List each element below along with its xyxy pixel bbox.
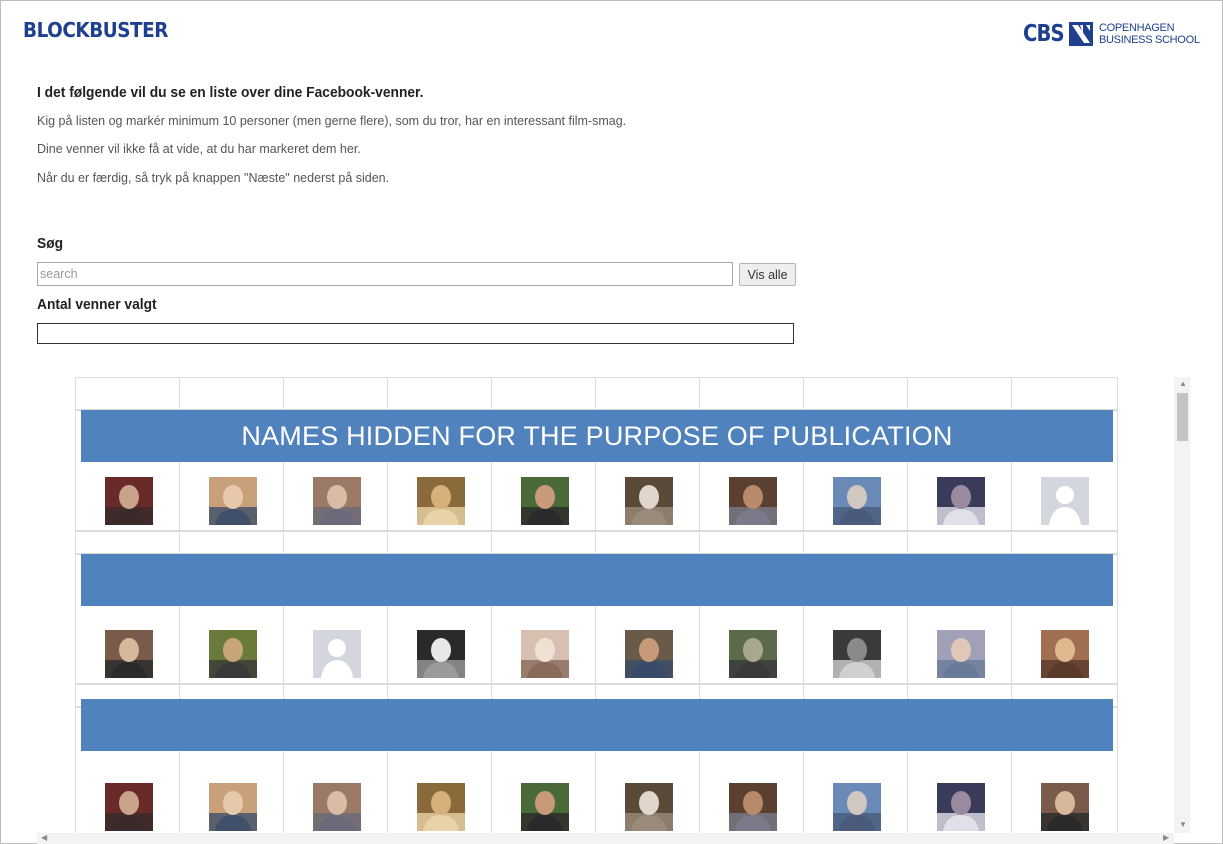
selected-count-label: Antal venner valgt (37, 296, 157, 313)
vertical-scrollbar[interactable]: ▲ ▼ (1174, 377, 1190, 833)
friends-grid: NAMES HIDDEN FOR THE PURPOSE OF PUBLICAT… (75, 377, 1118, 834)
default-avatar-icon[interactable] (313, 630, 361, 678)
search-label: Søg (37, 235, 64, 252)
friend-photo[interactable] (937, 783, 985, 831)
cbs-name-line2: BUSINESS SCHOOL (1099, 34, 1200, 46)
friend-photo[interactable] (625, 783, 673, 831)
friend-photo[interactable] (209, 630, 257, 678)
selected-count-field (37, 323, 794, 344)
friend-photo[interactable] (833, 477, 881, 525)
friend-photo[interactable] (833, 630, 881, 678)
scroll-right-icon[interactable]: ▶ (1163, 834, 1169, 842)
horizontal-scrollbar[interactable]: ◀ ▶ (37, 833, 1174, 844)
grid-divider (76, 530, 1117, 532)
blockbuster-logo: BLOCKBUSTER (23, 18, 168, 42)
names-hidden-band (81, 699, 1113, 751)
friend-photo[interactable] (625, 630, 673, 678)
intro-title: I det følgende vil du se en liste over d… (37, 84, 424, 101)
friends-grid-cells: NAMES HIDDEN FOR THE PURPOSE OF PUBLICAT… (76, 378, 1117, 834)
default-avatar-icon[interactable] (1041, 477, 1089, 525)
friend-photo[interactable] (417, 630, 465, 678)
grid-divider (76, 683, 1117, 685)
friend-photo[interactable] (625, 477, 673, 525)
friend-photo[interactable] (521, 630, 569, 678)
friend-photo[interactable] (937, 477, 985, 525)
intro-line-3: Når du er færdig, så tryk på knappen "Næ… (37, 171, 390, 185)
friend-photo[interactable] (833, 783, 881, 831)
cbs-emblem-icon (1069, 22, 1093, 46)
names-hidden-band (81, 554, 1113, 606)
friend-photo[interactable] (105, 630, 153, 678)
friend-photo[interactable] (313, 477, 361, 525)
show-all-button[interactable]: Vis alle (739, 263, 796, 286)
friend-photo[interactable] (521, 477, 569, 525)
friend-photo[interactable] (105, 477, 153, 525)
scroll-up-icon[interactable]: ▲ (1179, 380, 1187, 388)
intro-line-2: Dine venner vil ikke få at vide, at du h… (37, 142, 361, 156)
cbs-logo-text: CBS (1023, 21, 1065, 47)
intro-line-1: Kig på listen og markér minimum 10 perso… (37, 114, 627, 128)
friend-photo[interactable] (1041, 630, 1089, 678)
names-hidden-banner: NAMES HIDDEN FOR THE PURPOSE OF PUBLICAT… (81, 410, 1113, 462)
cbs-name-line1: COPENHAGEN (1099, 22, 1175, 34)
friend-photo[interactable] (105, 783, 153, 831)
search-input[interactable] (37, 262, 733, 286)
friend-photo[interactable] (521, 783, 569, 831)
friend-photo[interactable] (313, 783, 361, 831)
friend-photo[interactable] (729, 477, 777, 525)
scroll-down-icon[interactable]: ▼ (1179, 821, 1187, 829)
friend-photo[interactable] (1041, 783, 1089, 831)
scrollbar-thumb[interactable] (1177, 393, 1188, 441)
friend-photo[interactable] (729, 783, 777, 831)
cbs-name: COPENHAGEN BUSINESS SCHOOL (1099, 22, 1200, 46)
friend-photo[interactable] (417, 477, 465, 525)
friend-photo[interactable] (729, 630, 777, 678)
friend-photo[interactable] (209, 783, 257, 831)
cbs-logo: CBS COPENHAGEN BUSINESS SCHOOL (1023, 20, 1200, 48)
scroll-left-icon[interactable]: ◀ (41, 834, 47, 842)
friend-photo[interactable] (209, 477, 257, 525)
friend-photo[interactable] (937, 630, 985, 678)
friend-photo[interactable] (417, 783, 465, 831)
